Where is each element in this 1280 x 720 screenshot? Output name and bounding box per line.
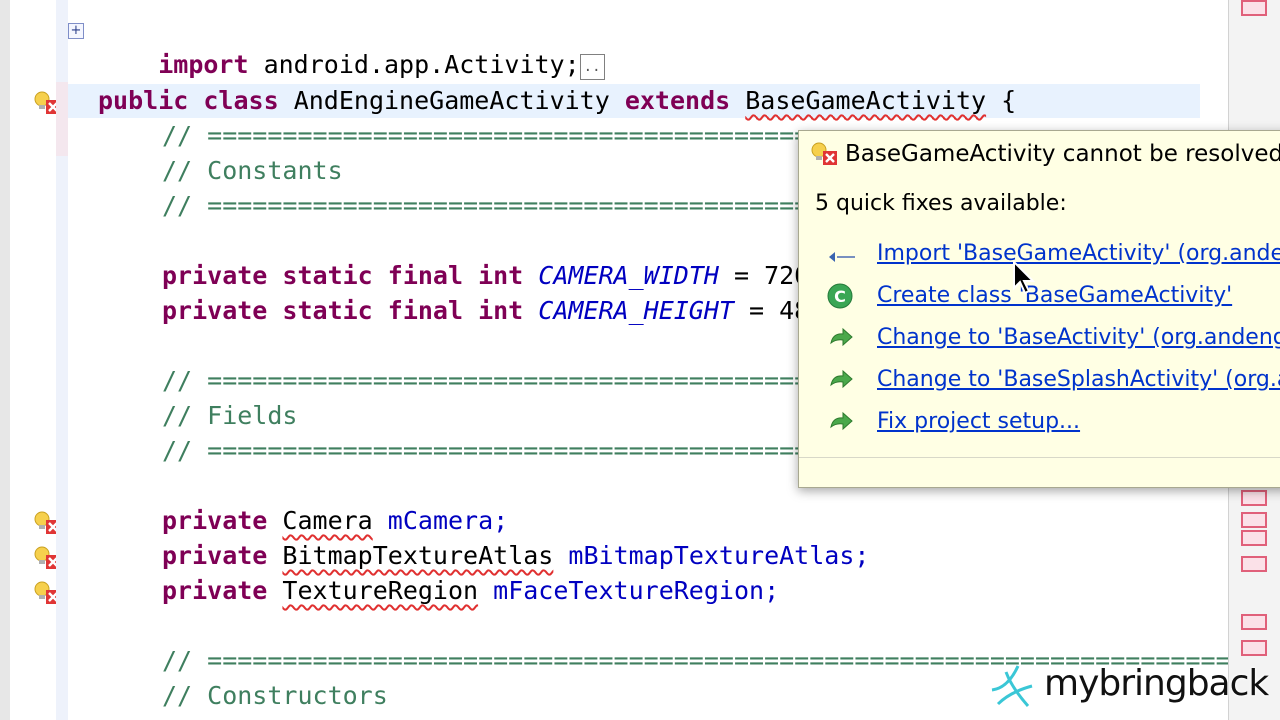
change-arrow-icon — [830, 327, 853, 347]
svg-text:C: C — [834, 287, 846, 306]
class-declaration-line[interactable]: public class AndEngineGameActivity exten… — [98, 84, 1016, 118]
modifiers: private static final int — [162, 296, 524, 325]
unresolved-superclass[interactable]: BaseGameActivity — [745, 86, 986, 115]
editor-gutter[interactable] — [10, 0, 62, 720]
ruler-error-mark[interactable] — [1241, 530, 1267, 546]
constructors-comment: // Constructors — [162, 681, 388, 710]
camera-height-line[interactable]: private static final int CAMERA_HEIGHT =… — [162, 294, 839, 328]
quick-diff-strip — [56, 0, 68, 720]
popup-divider — [799, 457, 1280, 458]
camera-height-constant: CAMERA_HEIGHT — [538, 296, 734, 325]
unresolved-type-atlas[interactable]: BitmapTextureAtlas — [282, 541, 553, 570]
camera-width-constant: CAMERA_WIDTH — [538, 261, 719, 290]
field-atlas-line[interactable]: private BitmapTextureAtlas mBitmapTextur… — [162, 539, 869, 573]
private-keyword: private — [162, 576, 268, 605]
quick-fix-count: 5 quick fixes available: — [815, 191, 1067, 216]
private-keyword: private — [162, 541, 268, 570]
field-camera-name: mCamera; — [372, 506, 509, 535]
import-statement: android.app.Activity; — [248, 50, 580, 79]
import-icon — [829, 252, 855, 262]
class-name: AndEngineGameActivity — [278, 86, 625, 115]
ruler-error-mark[interactable] — [1241, 0, 1267, 16]
open-brace: { — [986, 86, 1017, 115]
change-arrow-icon — [830, 369, 853, 389]
folded-imports-marker[interactable]: .. — [579, 54, 605, 80]
ruler-error-mark[interactable] — [1241, 640, 1267, 656]
extends-keyword: extends — [624, 86, 731, 115]
watermark-logo: mybringback — [986, 660, 1280, 712]
field-region-line[interactable]: private TextureRegion mFaceTextureRegion… — [162, 574, 779, 608]
error-bulb-icon — [811, 142, 837, 165]
watermark-text: mybringback — [1044, 663, 1269, 704]
camera-width-line[interactable]: private static final int CAMERA_WIDTH = … — [162, 259, 824, 293]
class-keyword: class — [203, 86, 279, 115]
public-keyword: public — [98, 86, 189, 115]
unresolved-type-region[interactable]: TextureRegion — [282, 576, 478, 605]
ruler-error-mark[interactable] — [1241, 490, 1267, 506]
unresolved-type-camera[interactable]: Camera — [282, 506, 372, 535]
quick-fix-change-base-activity[interactable]: Change to 'BaseActivity' (org.andengine.… — [877, 323, 1280, 353]
ruler-error-mark[interactable] — [1241, 614, 1267, 630]
import-keyword: import — [158, 50, 249, 79]
ruler-error-mark[interactable] — [1241, 512, 1267, 528]
field-camera-line[interactable]: private Camera mCamera; — [162, 504, 508, 538]
import-line[interactable]: + import android.app.Activity;.. — [68, 14, 605, 80]
quick-fix-import[interactable]: Import 'BaseGameActivity' (org.andengine… — [877, 239, 1280, 269]
create-class-icon: C — [827, 283, 853, 309]
quick-fix-change-base-splash-activity[interactable]: Change to 'BaseSplashActivity' (org.ande… — [877, 365, 1280, 395]
constants-comment: // Constants — [162, 156, 343, 185]
quick-fix-popup[interactable]: BaseGameActivity cannot be resolved to a… — [798, 130, 1280, 488]
modifiers: private static final int — [162, 261, 524, 290]
quick-fix-create-class[interactable]: Create class 'BaseGameActivity' — [877, 281, 1232, 311]
ruler-error-mark[interactable] — [1241, 556, 1267, 572]
fields-comment: // Fields — [162, 401, 298, 430]
quick-fix-project-setup[interactable]: Fix project setup... — [877, 407, 1080, 437]
field-atlas-name: mBitmapTextureAtlas; — [553, 541, 870, 570]
change-arrow-icon — [830, 411, 853, 431]
private-keyword: private — [162, 506, 268, 535]
field-region-name: mFaceTextureRegion; — [478, 576, 780, 605]
fold-expand-icon[interactable]: + — [68, 23, 84, 39]
mouse-pointer-icon — [1013, 260, 1036, 295]
quick-fix-title: BaseGameActivity cannot be resolved to a… — [845, 141, 1280, 167]
changed-lines-highlight — [56, 82, 68, 156]
mybringback-logo-icon — [991, 665, 1033, 707]
